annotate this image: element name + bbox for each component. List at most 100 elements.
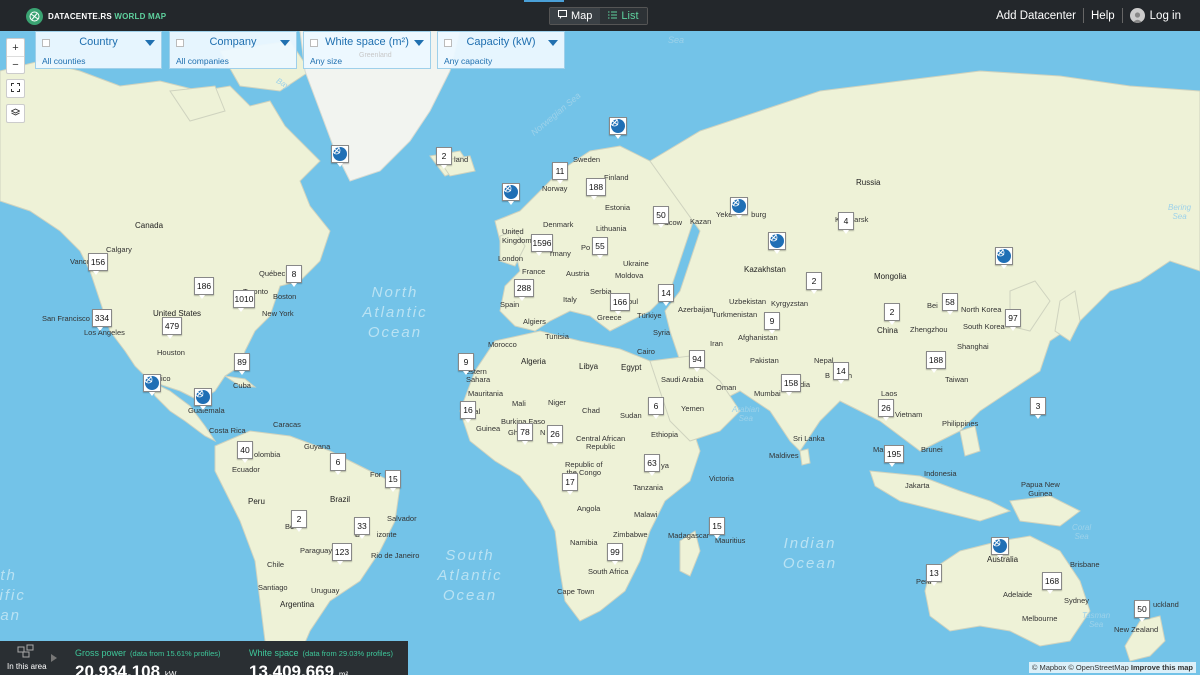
cluster-marker-finland[interactable]: 188 xyxy=(586,178,606,200)
cluster-marker-us-midwest[interactable]: 186 xyxy=(194,277,214,299)
cluster-marker-toronto[interactable]: 1010 xyxy=(233,290,255,312)
add-datacenter-link[interactable]: Add Datacenter xyxy=(989,10,1083,22)
cluster-marker-india[interactable]: 158 xyxy=(781,374,801,396)
place-tanzania: Tanzania xyxy=(633,483,664,492)
cluster-marker-greece[interactable]: 166 xyxy=(610,293,630,315)
filter-white-space-hint: Greenland xyxy=(359,52,392,59)
cluster-marker-nigeria[interactable]: 26 xyxy=(547,425,563,447)
cluster-marker-poland[interactable]: 55 xyxy=(592,237,608,259)
chevron-down-icon[interactable] xyxy=(145,40,155,46)
list-view-button[interactable]: List xyxy=(600,8,647,24)
place-car: Central African Republic xyxy=(576,434,626,451)
place-new-zealand: New Zealand xyxy=(1114,625,1159,634)
osm-link[interactable]: © OpenStreetMap xyxy=(1068,663,1129,672)
filter-white-space[interactable]: White space (m²) Any size Greenland xyxy=(303,31,431,69)
layers-button[interactable] xyxy=(7,105,24,122)
zoom-in-button[interactable]: + xyxy=(7,39,24,56)
filter-capacity-checkbox[interactable] xyxy=(444,39,452,47)
cluster-marker-kenya[interactable]: 63 xyxy=(644,454,660,476)
datacenter-icon xyxy=(992,538,1007,553)
cluster-marker-morocco[interactable]: 9 xyxy=(458,353,474,375)
cluster-marker-uk[interactable]: 1596 xyxy=(531,234,553,256)
place-south-africa: South Africa xyxy=(588,567,629,576)
cluster-marker-florida[interactable]: 89 xyxy=(234,353,250,375)
datacenter-pin-australia[interactable] xyxy=(991,537,1009,559)
datacenter-pin-guatemala[interactable] xyxy=(194,388,212,410)
map-view-button[interactable]: Map xyxy=(550,8,601,24)
cluster-marker-ghana[interactable]: 78 xyxy=(517,423,533,445)
filter-capacity[interactable]: Capacity (kW) Any capacity xyxy=(437,31,565,69)
cluster-marker-vancouver[interactable]: 156 xyxy=(88,253,108,275)
cluster-marker-philippines[interactable]: 3 xyxy=(1030,397,1046,419)
zoom-out-button[interactable]: − xyxy=(7,56,24,73)
view-switch: Map List xyxy=(549,7,648,25)
cluster-marker-saudi[interactable]: 94 xyxy=(689,350,705,372)
brand[interactable]: DATACENTE.RS WORLD MAP xyxy=(26,6,166,26)
place-china: China xyxy=(877,326,898,335)
cluster-marker-malaysia[interactable]: 195 xyxy=(884,445,904,467)
place-caracas: Caracas xyxy=(273,420,301,429)
cluster-marker-south-africa[interactable]: 99 xyxy=(607,543,623,565)
datacenter-pin-kazakhstan[interactable] xyxy=(768,232,786,254)
datacenter-pin-northeast-china[interactable] xyxy=(995,247,1013,269)
cluster-marker-kazakhstan[interactable]: 2 xyxy=(806,272,822,294)
help-link[interactable]: Help xyxy=(1084,10,1122,22)
cluster-marker-senegal[interactable]: 16 xyxy=(460,401,476,423)
cluster-marker-sydney[interactable]: 168 xyxy=(1042,572,1062,594)
cluster-marker-perth[interactable]: 13 xyxy=(926,564,942,586)
cluster-marker-sweden[interactable]: 11 xyxy=(552,162,568,184)
cluster-marker-los-angeles[interactable]: 479 xyxy=(162,317,182,339)
datacenter-pin-yekaterinburg[interactable] xyxy=(730,197,748,219)
cluster-marker-kyrgyzstan[interactable]: 9 xyxy=(764,312,780,334)
cluster-marker-korea[interactable]: 97 xyxy=(1005,309,1021,331)
cluster-marker-congo[interactable]: 17 xyxy=(562,473,578,495)
cluster-marker-auckland[interactable]: 50 xyxy=(1134,600,1150,622)
place-angola: Angola xyxy=(577,504,601,513)
cluster-marker-vietnam[interactable]: 26 xyxy=(878,399,894,421)
fullscreen-button[interactable] xyxy=(7,80,24,97)
cluster-marker-fortaleza[interactable]: 15 xyxy=(385,470,401,492)
place-guatemala: Guatemala xyxy=(188,406,225,415)
chevron-down-icon[interactable] xyxy=(548,40,558,46)
cluster-marker-mauritius[interactable]: 15 xyxy=(709,517,725,539)
datacenter-pin-greenland[interactable] xyxy=(331,145,349,167)
chevron-down-icon[interactable] xyxy=(280,40,290,46)
filter-country-checkbox[interactable] xyxy=(42,39,50,47)
mapbox-link[interactable]: © Mapbox xyxy=(1032,663,1066,672)
cluster-marker-beijing[interactable]: 58 xyxy=(942,293,958,315)
datacenter-pin-mexico[interactable] xyxy=(143,374,161,396)
cluster-marker-paraguay[interactable]: 123 xyxy=(332,543,352,565)
filter-country[interactable]: Country All counties xyxy=(35,31,162,69)
cluster-marker-greenland[interactable]: 2 xyxy=(436,147,452,169)
cluster-marker-guyana[interactable]: 6 xyxy=(330,453,346,475)
cluster-marker-spain[interactable]: 288 xyxy=(514,279,534,301)
place-kazakhstan: Kazakhstan xyxy=(744,265,786,274)
cluster-marker-krasnoyarsk[interactable]: 4 xyxy=(838,212,854,234)
improve-map-link[interactable]: Improve this map xyxy=(1131,663,1193,672)
login-button[interactable]: Log in xyxy=(1123,8,1188,23)
cluster-marker-bangladesh[interactable]: 14 xyxy=(833,362,849,384)
cluster-marker-colombia[interactable]: 40 xyxy=(237,441,253,463)
cluster-marker-shanghai[interactable]: 188 xyxy=(926,351,946,373)
filter-company[interactable]: Company All companies xyxy=(169,31,297,69)
place-uk: United Kingdom xyxy=(502,227,532,245)
cluster-marker-bolivia[interactable]: 2 xyxy=(291,510,307,532)
top-nav: Add Datacenter Help Log in xyxy=(989,0,1188,31)
datacenter-icon xyxy=(144,375,159,390)
cluster-marker-san-francisco[interactable]: 334 xyxy=(92,309,112,331)
datacenter-pin-norway[interactable] xyxy=(609,117,627,139)
cluster-marker-belo-horizonte[interactable]: 33 xyxy=(354,517,370,539)
filter-white-space-checkbox[interactable] xyxy=(310,39,318,47)
cluster-marker-caucasus[interactable]: 14 xyxy=(658,284,674,306)
datacenter-pin-ireland[interactable] xyxy=(502,183,520,205)
world-map[interactable]: North Atlantic Ocean South Atlantic Ocea… xyxy=(0,31,1200,675)
cluster-marker-quebec[interactable]: 8 xyxy=(286,265,302,287)
chevron-down-icon[interactable] xyxy=(414,40,424,46)
place-namibia: Namibia xyxy=(570,538,598,547)
cluster-marker-mongolia[interactable]: 2 xyxy=(884,303,900,325)
place-nepal: Nepal xyxy=(814,356,834,365)
cluster-marker-yemen[interactable]: 6 xyxy=(648,397,664,419)
filter-company-checkbox[interactable] xyxy=(176,39,184,47)
cluster-marker-moscow[interactable]: 50 xyxy=(653,206,669,228)
place-mongolia: Mongolia xyxy=(874,272,907,281)
